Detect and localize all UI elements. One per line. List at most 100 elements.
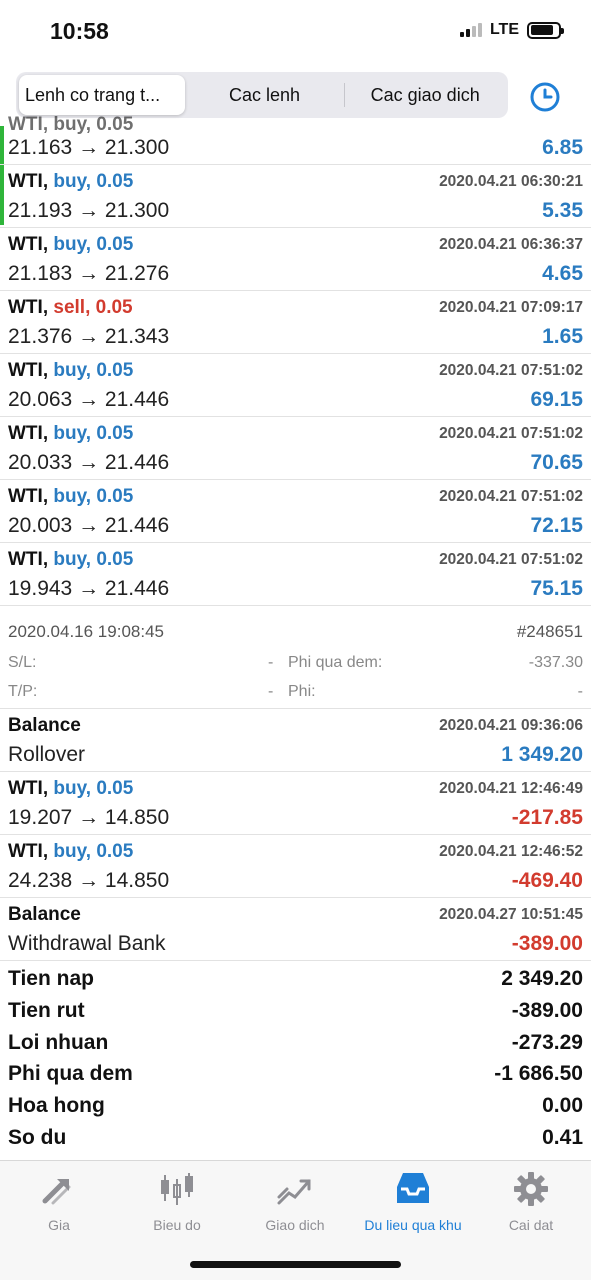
deal-prices: 19.207 → 14.850 — [8, 806, 170, 829]
deal-direction: buy, 0.05 — [53, 486, 134, 507]
deal-time: 2020.04.21 12:46:49 — [439, 780, 583, 797]
deal-profit: 5.35 — [542, 199, 583, 222]
list-item[interactable]: WTI, buy, 0.05 2020.04.21 06:36:37 21.18… — [0, 228, 591, 291]
list-item[interactable]: WTI, buy, 0.05 2020.04.21 07:51:02 20.00… — [0, 480, 591, 543]
deal-profit: 1 349.20 — [501, 743, 583, 766]
sl-value: - — [268, 654, 274, 671]
list-item[interactable]: WTI, buy, 0.05 2020.04.21 07:51:02 20.03… — [0, 417, 591, 480]
deal-symbol: Balance — [8, 715, 81, 736]
list-item[interactable]: WTI, buy, 0.05 2020.04.21 12:46:52 24.23… — [0, 835, 591, 898]
tab-label: Cai dat — [508, 1217, 554, 1233]
deal-prices: 20.063 → 21.446 — [8, 388, 170, 411]
swap-value: -337.30 — [528, 654, 583, 671]
deal-direction: sell, 0.05 — [53, 297, 133, 318]
deal-prices: 21.183 → 21.276 — [8, 262, 170, 285]
summary-label: Phi qua dem — [8, 1062, 133, 1086]
list-item[interactable]: Balance 2020.04.21 09:36:06 Rollover 1 3… — [0, 709, 591, 772]
summary-row: Loi nhuan -273.29 — [0, 1028, 591, 1060]
deal-comment: Rollover — [8, 743, 86, 766]
deal-time: 2020.04.21 06:36:37 — [439, 236, 583, 253]
deal-time: 2020.04.21 07:51:02 — [439, 551, 583, 568]
clock-icon[interactable] — [528, 80, 562, 114]
deal-direction: buy, 0.05 — [53, 778, 134, 799]
candlestick-chart-icon — [157, 1169, 197, 1209]
trade-chart-icon — [275, 1169, 315, 1209]
deal-symbol: WTI, buy, 0.05 — [8, 114, 134, 135]
deal-time: 2020.04.27 10:51:45 — [439, 906, 583, 923]
tab-trade[interactable]: Giao dich — [236, 1169, 354, 1233]
deal-profit: 69.15 — [530, 388, 583, 411]
tab-charts[interactable]: Bieu do — [118, 1169, 236, 1233]
battery-icon — [527, 21, 564, 39]
tp-label: T/P: — [8, 683, 38, 700]
status-bar: 10:58 LTE — [0, 0, 591, 64]
quotes-arrows-icon — [39, 1169, 79, 1209]
summary-row: Phi qua dem -1 686.50 — [0, 1059, 591, 1091]
status-indicators: LTE — [459, 21, 564, 39]
list-item[interactable]: WTI, buy, 0.05 2020.04.21 12:46:49 19.20… — [0, 772, 591, 835]
deal-prices: 19.943 → 21.446 — [8, 577, 170, 600]
deal-symbol: WTI, — [8, 486, 49, 507]
summary-value: 2 349.20 — [501, 967, 583, 990]
deal-time: 2020.04.21 12:46:52 — [439, 843, 583, 860]
summary-value: -273.29 — [511, 1030, 583, 1054]
tab-settings[interactable]: Cai dat — [472, 1169, 590, 1233]
deal-symbol: WTI, — [8, 360, 49, 381]
deal-profit: 75.15 — [530, 577, 583, 600]
deal-direction: buy, 0.05 — [53, 423, 134, 444]
tab-quotes[interactable]: Gia — [0, 1169, 118, 1233]
deal-profit: 6.85 — [542, 136, 583, 159]
deal-profit: 72.15 — [530, 514, 583, 537]
summary-row: Tien nap 2 349.20 — [0, 964, 591, 996]
list-item[interactable]: WTI, buy, 0.05 2020.04.21 07:51:02 20.06… — [0, 354, 591, 417]
list-item[interactable]: WTI, buy, 0.05 2020.04.21 06:30:21 21.19… — [0, 165, 591, 228]
deal-symbol: WTI, — [8, 549, 49, 570]
summary-section: Tien nap 2 349.20 Tien rut -389.00 Loi nhu… — [0, 964, 591, 1155]
fee-value: - — [577, 683, 583, 700]
list-item[interactable]: Balance 2020.04.27 10:51:45 Withdrawal B… — [0, 898, 591, 961]
detail-open-time: 2020.04.16 19:08:45 — [8, 622, 164, 641]
tp-value: - — [268, 683, 274, 700]
home-indicator[interactable] — [190, 1261, 401, 1268]
deal-profit: -389.00 — [511, 932, 583, 955]
deal-time: 2020.04.21 09:36:06 — [439, 717, 583, 734]
fee-label: Phi: — [288, 683, 316, 700]
deal-symbol: WTI, — [8, 841, 49, 862]
status-time: 10:58 — [50, 18, 109, 44]
swap-label: Phi qua dem: — [288, 654, 383, 671]
tab-label: Bieu do — [153, 1217, 201, 1233]
sl-label: S/L: — [8, 654, 37, 671]
deal-prices: 21.193 → 21.300 — [8, 199, 170, 222]
tab-label: Du lieu qua khu — [364, 1217, 462, 1233]
deal-profit: 1.65 — [542, 325, 583, 348]
summary-row: Hoa hong 0.00 — [0, 1091, 591, 1123]
deal-prices: 20.033 → 21.446 — [8, 451, 170, 474]
signal-icon — [459, 23, 482, 37]
deal-prices: 21.163 → 21.300 — [8, 136, 170, 159]
history-segmented-control: Lenh co trang t... Cac lenh Cac giao dic… — [16, 72, 508, 118]
deal-symbol: WTI, — [8, 171, 49, 192]
deal-direction: buy, 0.05 — [53, 234, 134, 255]
deal-time: 2020.04.21 07:51:02 — [439, 362, 583, 379]
deal-profit: 4.65 — [542, 262, 583, 285]
deal-direction: buy, 0.05 — [53, 549, 134, 570]
segment-deals[interactable]: Cac giao dich — [345, 75, 505, 115]
list-item[interactable]: WTI, buy, 0.05 21.163 → 21.300 6.85 — [0, 114, 591, 165]
deal-prices: 24.238 → 14.850 — [8, 869, 170, 892]
deal-profit: 70.65 — [530, 451, 583, 474]
deal-prices: 20.003 → 21.446 — [8, 514, 170, 537]
deal-time: 2020.04.21 06:30:21 — [439, 173, 583, 190]
deal-profit: -217.85 — [511, 806, 583, 829]
tab-history[interactable]: Du lieu qua khu — [354, 1169, 472, 1233]
gear-icon — [511, 1169, 551, 1209]
deal-time: 2020.04.21 07:09:17 — [439, 299, 583, 316]
deal-symbol: WTI, — [8, 234, 49, 255]
summary-label: Hoa hong — [8, 1094, 105, 1118]
segment-open-positions[interactable]: Lenh co trang t... — [19, 75, 185, 115]
summary-label: So du — [8, 1125, 67, 1149]
segment-orders[interactable]: Cac lenh — [185, 75, 345, 115]
list-item[interactable]: WTI, buy, 0.05 2020.04.21 07:51:02 19.94… — [0, 543, 591, 606]
list-item[interactable]: WTI, sell, 0.05 2020.04.21 07:09:17 21.3… — [0, 291, 591, 354]
deal-symbol: Balance — [8, 904, 81, 925]
summary-value: 0.00 — [542, 1094, 583, 1118]
